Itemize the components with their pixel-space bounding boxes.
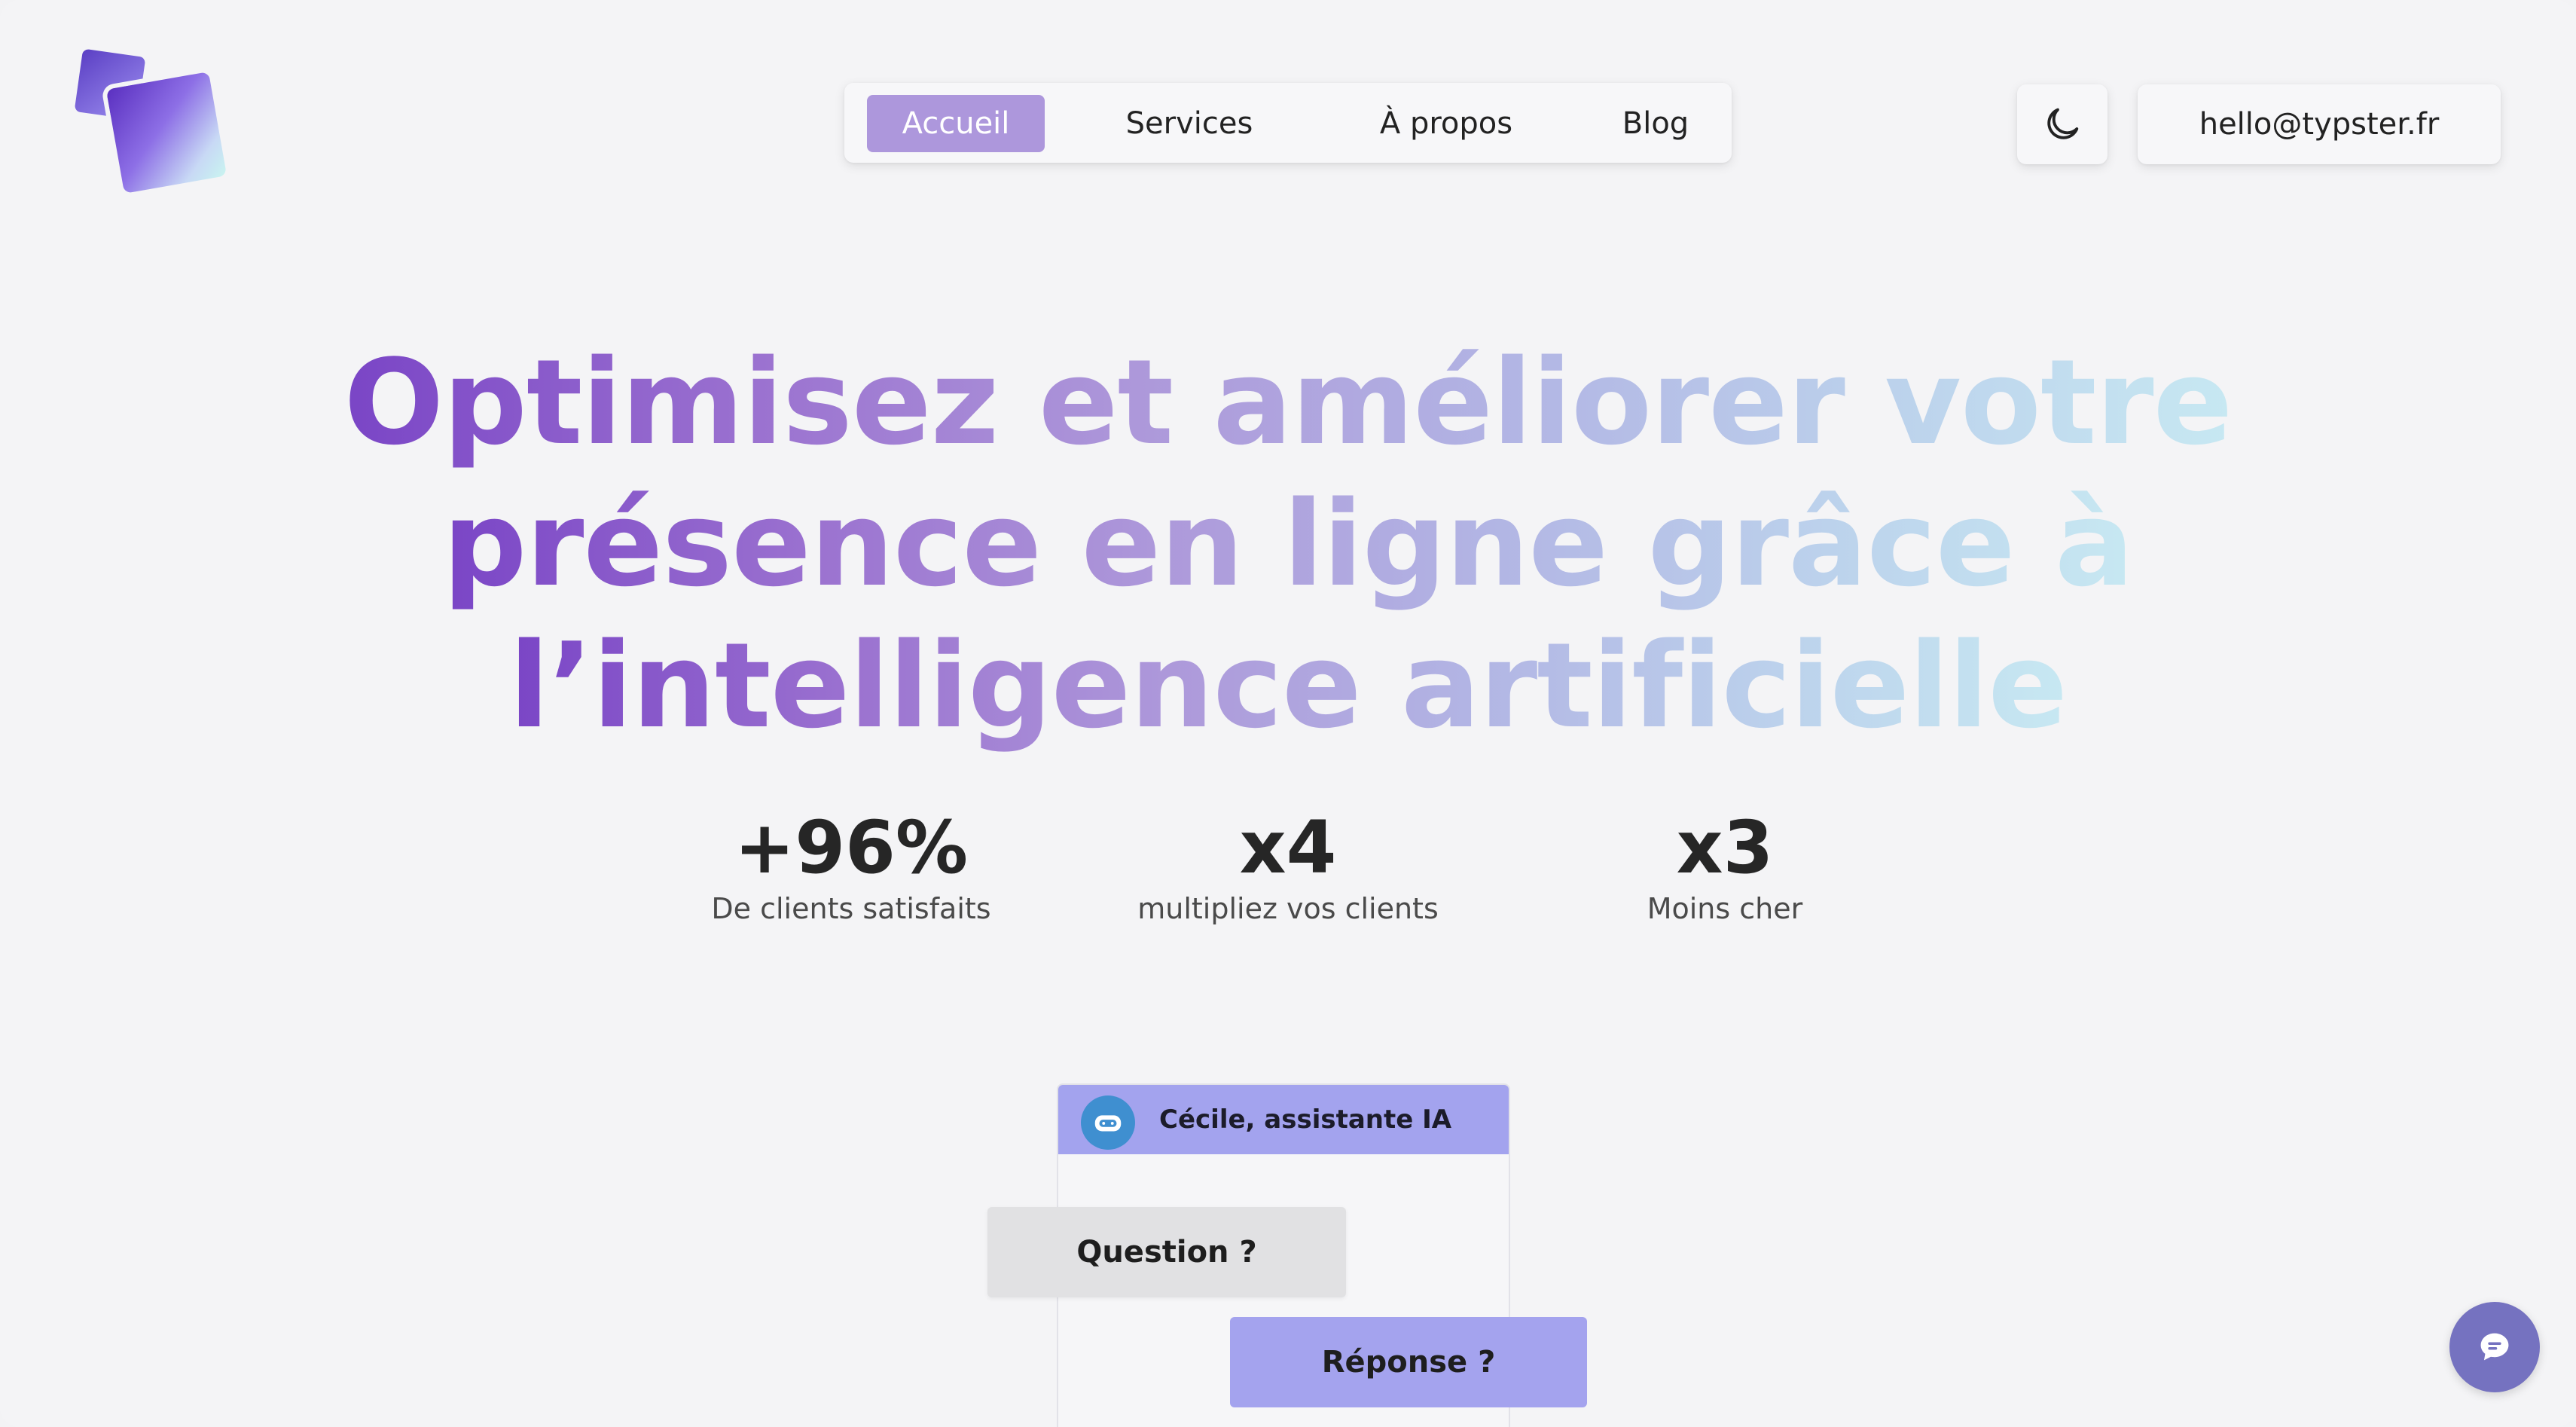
chat-header: Cécile, assistante IA	[1058, 1085, 1509, 1154]
hero-line-1: Optimisez et améliorer votre	[0, 332, 2576, 473]
chat-question-bubble: Question ?	[987, 1207, 1346, 1297]
moon-icon	[2047, 108, 2079, 139]
bot-avatar	[1081, 1095, 1135, 1150]
hero-title: Optimisez et améliorer votre présence en…	[0, 332, 2576, 756]
chat-answer-bubble: Réponse ?	[1230, 1317, 1587, 1407]
logo-square-front	[105, 72, 227, 194]
stat-value: +96%	[734, 805, 969, 890]
chat-title: Cécile, assistante IA	[1159, 1105, 1452, 1135]
hero-line-3-text: l’intelligence artificielle	[509, 615, 2068, 756]
hero-line-2-text: présence en ligne grâce à	[443, 473, 2134, 615]
stat-price: x3 Moins cher	[1612, 806, 1838, 928]
main-nav: Accueil Services À propos Blog	[844, 83, 1732, 163]
stat-label: Moins cher	[1647, 892, 1803, 925]
typster-logo[interactable]	[72, 48, 230, 199]
nav-item-services[interactable]: Services	[1096, 95, 1283, 152]
nav-item-a-propos[interactable]: À propos	[1337, 95, 1555, 152]
stat-value: x3	[1676, 805, 1774, 890]
chat-bubble-icon	[2480, 1333, 2509, 1361]
robot-icon	[1094, 1115, 1122, 1132]
nav-item-blog[interactable]: Blog	[1601, 95, 1711, 152]
theme-toggle-button[interactable]	[2017, 84, 2107, 164]
page: Accueil Services À propos Blog hello@typ…	[0, 0, 2576, 1427]
email-contact-button[interactable]: hello@typster.fr	[2138, 84, 2501, 164]
stat-satisfaction: +96% De clients satisfaits	[700, 806, 1002, 928]
hero-line-1-text: Optimisez et améliorer votre	[344, 332, 2233, 473]
stat-value: x4	[1239, 805, 1337, 890]
stat-label: multipliez vos clients	[1137, 892, 1439, 925]
hero-line-2: présence en ligne grâce à	[0, 473, 2576, 615]
chat-launcher-button[interactable]	[2449, 1302, 2540, 1392]
hero-line-3: l’intelligence artificielle	[0, 615, 2576, 756]
nav-item-accueil[interactable]: Accueil	[867, 95, 1045, 152]
stat-clients: x4 multipliez vos clients	[1130, 806, 1446, 928]
stat-label: De clients satisfaits	[711, 892, 991, 925]
